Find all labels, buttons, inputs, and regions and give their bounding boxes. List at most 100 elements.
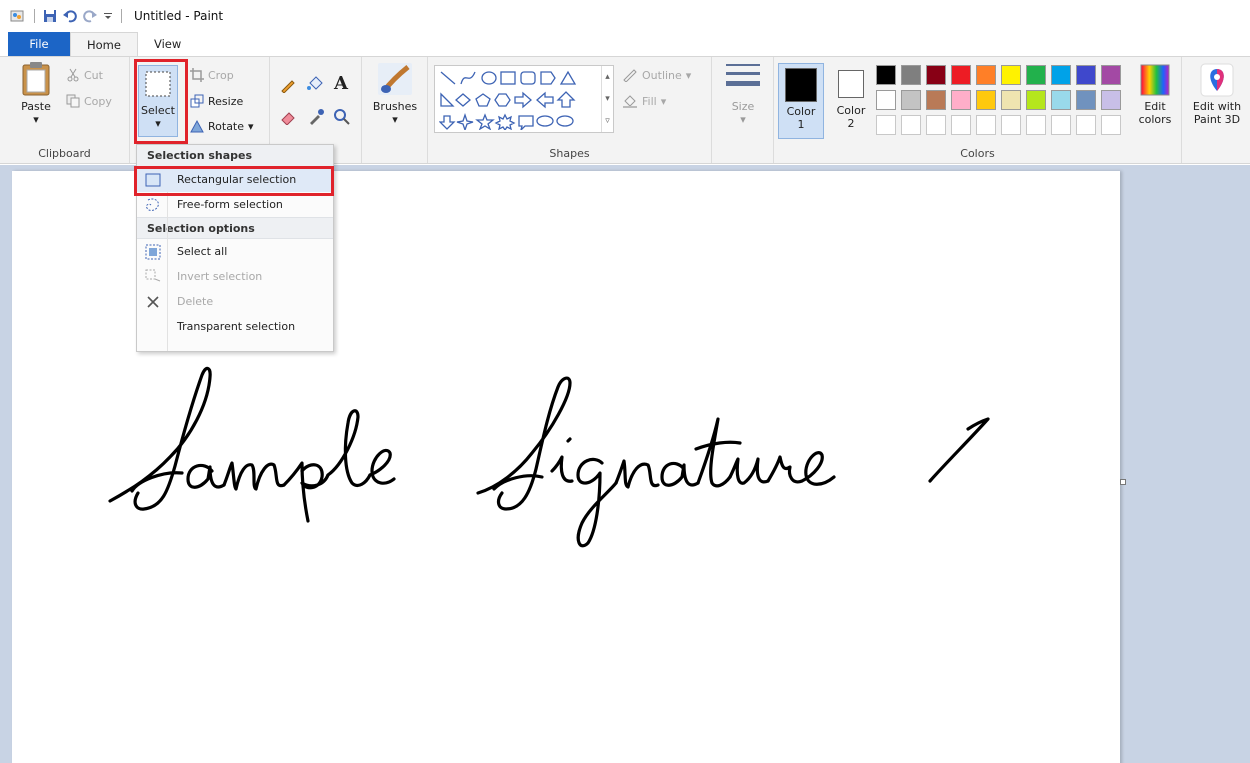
rectangular-selection-highlight <box>134 166 334 196</box>
color-swatch[interactable] <box>1101 90 1121 110</box>
fill-label: Fill <box>642 94 657 108</box>
color-swatch[interactable] <box>1051 115 1071 135</box>
delete-label: Delete <box>177 295 214 308</box>
color-swatch[interactable] <box>1026 65 1046 85</box>
color-swatch[interactable] <box>926 65 946 85</box>
color2-label-line2: 2 <box>847 117 855 130</box>
color-swatch[interactable] <box>976 115 996 135</box>
redo-icon[interactable] <box>83 9 97 23</box>
fill-dropdown-icon[interactable]: ▾ <box>661 95 667 108</box>
color2-label-line1: Color <box>836 104 866 117</box>
paste-button[interactable]: Paste ▾ <box>12 61 60 126</box>
color-swatch[interactable] <box>901 90 921 110</box>
colors-group-label: Colors <box>960 147 995 160</box>
tab-file[interactable]: File <box>8 32 70 56</box>
menu-item-invert-selection[interactable]: Invert selection <box>137 264 333 289</box>
size-group: Size ▾ <box>712 57 774 163</box>
menu-item-select-all[interactable]: Select all <box>137 239 333 264</box>
brushes-dropdown-icon[interactable]: ▾ <box>368 113 422 126</box>
menu-item-delete[interactable]: Delete <box>137 289 333 314</box>
color-swatch[interactable] <box>926 90 946 110</box>
color-swatch[interactable] <box>976 90 996 110</box>
color-swatch[interactable] <box>876 65 896 85</box>
outline-dropdown-icon[interactable]: ▾ <box>686 69 692 82</box>
brushes-group: Brushes ▾ <box>362 57 428 163</box>
color1-button[interactable]: Color 1 <box>778 63 824 139</box>
copy-button[interactable]: Copy <box>66 94 112 108</box>
customize-qat-icon[interactable] <box>103 11 113 21</box>
color-swatch[interactable] <box>1051 90 1071 110</box>
text-tool-icon[interactable]: A <box>334 73 348 94</box>
rotate-button[interactable]: Rotate ▾ <box>190 119 254 133</box>
free-form-selection-icon <box>146 197 159 211</box>
resize-button[interactable]: Resize <box>190 94 243 108</box>
color-swatch[interactable] <box>1076 90 1096 110</box>
color-swatch[interactable] <box>1001 65 1021 85</box>
color-swatch[interactable] <box>876 90 896 110</box>
eraser-icon[interactable] <box>280 109 296 125</box>
color-swatch[interactable] <box>1076 115 1096 135</box>
save-icon[interactable] <box>43 9 57 23</box>
fill-button[interactable]: Fill ▾ <box>622 94 666 108</box>
shapes-group-label: Shapes <box>549 147 590 160</box>
color-swatch[interactable] <box>1101 115 1121 135</box>
undo-icon[interactable] <box>63 9 77 23</box>
ribbon-tabs: File Home View <box>0 32 1250 56</box>
paste-dropdown-icon[interactable]: ▾ <box>12 113 60 126</box>
shapes-gallery[interactable]: ▴ ▾ ▿ <box>434 65 614 133</box>
size-button[interactable]: Size ▾ <box>720 61 766 126</box>
invert-selection-icon <box>145 269 161 281</box>
color-swatch[interactable] <box>1101 65 1121 85</box>
color-swatch[interactable] <box>926 115 946 135</box>
color-swatch[interactable] <box>876 115 896 135</box>
color-swatch[interactable] <box>951 90 971 110</box>
size-dropdown-icon[interactable]: ▾ <box>720 113 766 126</box>
outline-button[interactable]: Outline ▾ <box>622 68 691 82</box>
edit-with-paint3d-button[interactable]: Edit with Paint 3D <box>1186 63 1248 126</box>
edit-colors-button[interactable]: Edit colors <box>1130 63 1180 126</box>
rotate-label: Rotate <box>208 119 245 133</box>
pencil-icon[interactable] <box>280 77 296 93</box>
size-label: Size <box>731 100 755 113</box>
color-swatch[interactable] <box>1001 115 1021 135</box>
title-separator <box>121 9 122 23</box>
color-swatch[interactable] <box>1076 65 1096 85</box>
title-bar: Untitled - Paint <box>0 0 1250 32</box>
paint3d-label-line2: Paint 3D <box>1193 113 1241 126</box>
fill-bucket-icon[interactable] <box>306 75 324 93</box>
cut-button[interactable]: Cut <box>66 68 103 82</box>
color-swatch[interactable] <box>1051 65 1071 85</box>
brushes-button[interactable]: Brushes ▾ <box>368 61 422 126</box>
invert-selection-label: Invert selection <box>177 270 263 283</box>
shapes-gallery-scroll[interactable]: ▴ ▾ ▿ <box>601 66 613 132</box>
color-swatch[interactable] <box>1026 90 1046 110</box>
scissors-icon <box>67 68 79 82</box>
select-all-label: Select all <box>177 245 228 258</box>
color-swatch[interactable] <box>1001 90 1021 110</box>
brushes-label: Brushes <box>372 100 418 113</box>
paint3d-icon <box>1200 63 1234 97</box>
edit-colors-label-line1: Edit <box>1144 100 1166 113</box>
color-swatch[interactable] <box>901 65 921 85</box>
color1-swatch <box>785 68 817 102</box>
menu-item-transparent-selection[interactable]: Transparent selection <box>137 314 333 339</box>
color-swatch[interactable] <box>901 115 921 135</box>
edit-colors-label-line2: colors <box>1138 113 1172 126</box>
color-swatch[interactable] <box>951 65 971 85</box>
color-swatch[interactable] <box>976 65 996 85</box>
color-picker-icon[interactable] <box>308 109 324 125</box>
tab-view[interactable]: View <box>138 32 197 56</box>
delete-icon <box>147 295 159 308</box>
color-swatch[interactable] <box>1026 115 1046 135</box>
crop-button[interactable]: Crop <box>190 68 234 82</box>
window-title: Untitled - Paint <box>134 9 224 23</box>
color-swatch[interactable] <box>951 115 971 135</box>
tab-home[interactable]: Home <box>70 32 138 56</box>
magnifier-icon[interactable] <box>334 109 350 125</box>
menu-header-selection-shapes: Selection shapes <box>137 145 333 167</box>
canvas-resize-handle[interactable] <box>1120 479 1126 485</box>
select-all-icon <box>145 244 161 259</box>
resize-label: Resize <box>208 94 244 108</box>
rotate-dropdown-icon[interactable]: ▾ <box>248 120 254 133</box>
color2-button[interactable]: Color 2 <box>828 63 874 139</box>
